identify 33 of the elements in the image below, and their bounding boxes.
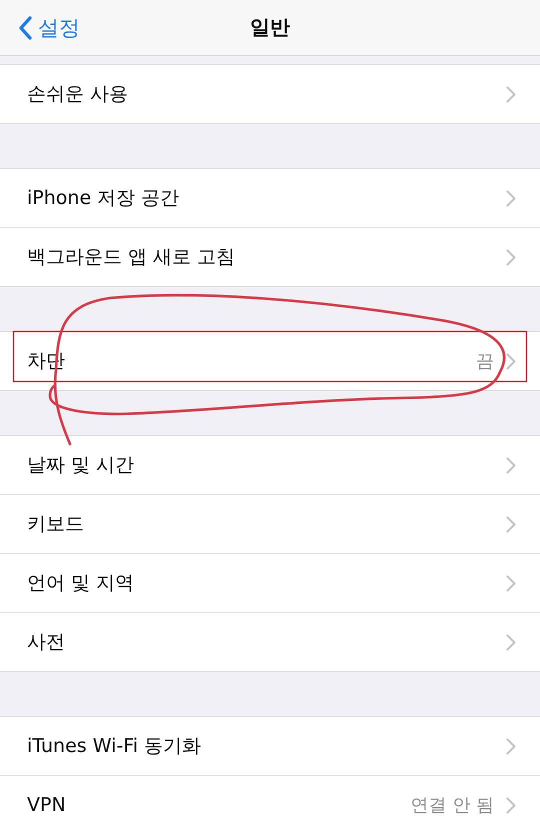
- row-label: 손쉬운 사용: [27, 82, 130, 107]
- page-title: 일반: [250, 14, 290, 41]
- chevron-icon: [506, 248, 516, 266]
- row-label: 키보드: [27, 512, 85, 537]
- chevron-icon: [506, 738, 516, 754]
- settings-row[interactable]: 키보드: [0, 494, 540, 553]
- settings-row[interactable]: iTunes Wi-Fi 동기화: [0, 717, 540, 775]
- back-chevron-icon: [18, 16, 32, 40]
- chevron-icon: [506, 516, 516, 532]
- row-label: iPhone 저장 공간: [27, 186, 180, 211]
- chevron-icon: [506, 352, 516, 370]
- row-value: 끔: [476, 350, 494, 373]
- settings-row[interactable]: 날짜 및 시간: [0, 436, 540, 494]
- chevron-icon: [506, 190, 516, 206]
- settings-row[interactable]: VPN 연결 안 됨: [0, 775, 540, 831]
- row-label: VPN: [27, 794, 67, 816]
- chevron-icon: [506, 456, 516, 474]
- row-label: 백그라운드 앱 새로 고침: [27, 245, 236, 270]
- settings-row[interactable]: 손쉬운 사용: [0, 65, 540, 123]
- row-label: iTunes Wi-Fi 동기화: [27, 734, 202, 759]
- chevron-icon: [506, 86, 516, 102]
- settings-row[interactable]: 언어 및 지역: [0, 553, 540, 612]
- row-value: 연결 안 됨: [410, 794, 494, 817]
- chevron-icon: [506, 574, 516, 592]
- chevron-icon: [506, 634, 516, 650]
- back-button[interactable]: 설정: [14, 0, 84, 55]
- chevron-icon: [506, 796, 516, 814]
- row-label: 언어 및 지역: [27, 571, 136, 596]
- row-label: 사전: [27, 630, 66, 655]
- settings-row[interactable]: 백그라운드 앱 새로 고침: [0, 227, 540, 286]
- settings-row[interactable]: 사전: [0, 612, 540, 671]
- settings-row[interactable]: iPhone 저장 공간: [0, 169, 540, 227]
- row-label: 날짜 및 시간: [27, 453, 136, 478]
